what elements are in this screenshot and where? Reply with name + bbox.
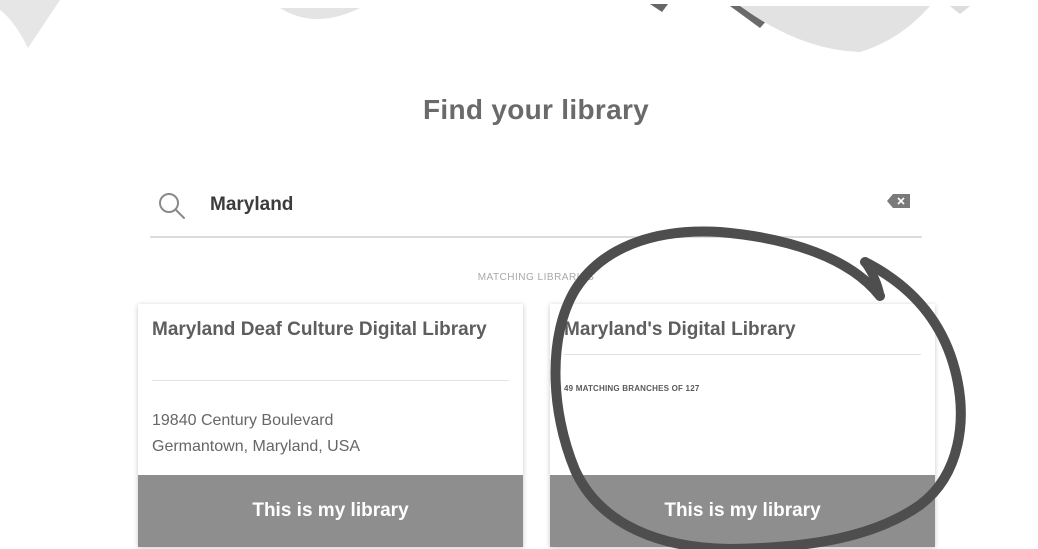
matching-branches-count: 49 MATCHING BRANCHES OF 127 (564, 384, 700, 393)
card-divider (152, 380, 509, 381)
search-icon (159, 193, 185, 219)
select-library-button[interactable]: This is my library (550, 475, 935, 547)
page-title: Find your library (422, 94, 650, 125)
search-input[interactable] (210, 190, 850, 220)
library-card-title: Maryland's Digital Library (564, 319, 796, 340)
library-card: Maryland Deaf Culture Digital Library 19… (138, 304, 523, 547)
select-library-button[interactable]: This is my library (138, 475, 523, 547)
library-card-title: Maryland Deaf Culture Digital Library (152, 319, 487, 340)
library-address-line2: Germantown, Maryland, USA (152, 438, 361, 455)
search-bar (150, 176, 922, 238)
header-decoration (0, 0, 970, 52)
clear-icon[interactable] (886, 192, 912, 210)
library-address: 19840 Century Boulevard Germantown, Mary… (152, 408, 360, 460)
matching-libraries-label: MATCHING LIBRARIES (477, 272, 595, 283)
card-divider (564, 354, 921, 355)
library-address-line1: 19840 Century Boulevard (152, 412, 334, 429)
library-card: Maryland's Digital Library 49 MATCHING B… (550, 304, 935, 547)
